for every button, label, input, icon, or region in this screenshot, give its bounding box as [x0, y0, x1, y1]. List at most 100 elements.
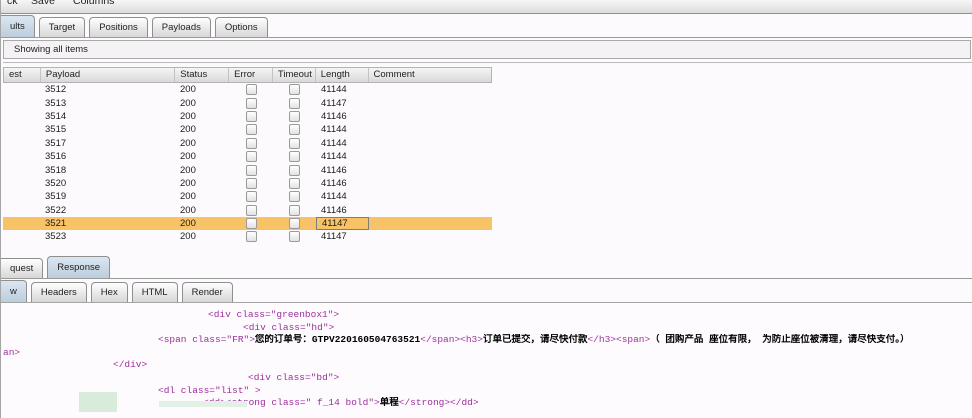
- response-html-view: <div class="greenbox1"> <div class="hd"> <…: [3, 303, 972, 418]
- cell-status: 200: [180, 110, 196, 122]
- tab-hex[interactable]: Hex: [90, 282, 128, 302]
- tab-response[interactable]: Response: [47, 256, 111, 278]
- cell-request: [3, 230, 40, 243]
- tab-payloads[interactable]: Payloads: [151, 17, 211, 37]
- cell-status: 200: [180, 164, 196, 176]
- col-header-payload[interactable]: Payload: [41, 68, 176, 82]
- menu-save[interactable]: Save: [31, 0, 55, 7]
- code-tag-segment: an>: [3, 346, 21, 358]
- error-checkbox[interactable]: [245, 177, 257, 189]
- error-checkbox[interactable]: [245, 124, 257, 136]
- col-header-error[interactable]: Error: [229, 68, 273, 82]
- cell-comment: [369, 204, 492, 217]
- timeout-checkbox[interactable]: [289, 191, 300, 203]
- timeout-checkbox[interactable]: [289, 110, 300, 122]
- cell-timeout: [273, 150, 316, 163]
- table-row[interactable]: 3514 200 41146: [3, 110, 492, 123]
- cell-error: [229, 177, 273, 190]
- error-checkbox[interactable]: [245, 218, 257, 230]
- menu-columns[interactable]: Columns: [73, 0, 114, 7]
- tab-request[interactable]: quest: [1, 258, 44, 278]
- cell-payload: 3517: [45, 137, 67, 149]
- table-row[interactable]: 3518 200 41146: [3, 163, 492, 176]
- cell-error: [229, 230, 273, 243]
- cell-error: [229, 123, 273, 136]
- table-body: 3512 200 41144 3513 200 41147 3514 200 4…: [3, 83, 492, 244]
- cell-timeout: [273, 164, 316, 177]
- cell-status: 200: [180, 97, 196, 109]
- tab-render[interactable]: Render: [181, 282, 233, 302]
- error-checkbox[interactable]: [245, 151, 257, 163]
- col-header-status[interactable]: Status: [175, 68, 230, 82]
- cell-comment: [369, 97, 492, 110]
- table-row[interactable]: 3515 200 41144: [3, 123, 492, 136]
- cell-length: 41147: [321, 97, 347, 109]
- col-header-length[interactable]: Length: [316, 68, 369, 82]
- cell-payload: 3522: [45, 204, 67, 216]
- code-line: <div class="hd">: [3, 322, 972, 335]
- menu-attack[interactable]: ck: [7, 0, 18, 7]
- error-checkbox[interactable]: [245, 137, 257, 149]
- timeout-checkbox[interactable]: [289, 137, 300, 149]
- col-header-comment[interactable]: Comment: [369, 68, 491, 82]
- tab-html[interactable]: HTML: [131, 282, 178, 302]
- cell-request: [3, 83, 40, 96]
- code-text-segment: （ 团购产品 座位有限， 为防止座位被清理，请尽快支付。）: [650, 334, 910, 346]
- error-checkbox[interactable]: [245, 84, 257, 96]
- cell-timeout: [273, 97, 316, 110]
- timeout-checkbox[interactable]: [289, 204, 300, 216]
- timeout-checkbox[interactable]: [289, 231, 300, 243]
- cell-payload: 3514: [45, 110, 67, 122]
- table-row[interactable]: 3516 200 41144: [3, 150, 492, 163]
- error-checkbox[interactable]: [245, 110, 257, 122]
- table-row[interactable]: 3512 200 41144: [3, 83, 492, 96]
- message-tab-bar: quest Response: [1, 256, 972, 279]
- cell-timeout: [273, 83, 316, 96]
- timeout-checkbox[interactable]: [289, 177, 300, 189]
- cell-error: [229, 137, 273, 150]
- timeout-checkbox[interactable]: [289, 164, 300, 176]
- cell-comment: [369, 217, 492, 230]
- table-row[interactable]: 3521 200 41147: [3, 216, 492, 231]
- timeout-checkbox[interactable]: [289, 84, 300, 96]
- tab-raw[interactable]: w: [1, 280, 27, 302]
- tab-options[interactable]: Options: [214, 17, 268, 37]
- timeout-checkbox[interactable]: [289, 218, 300, 230]
- cell-status: 200: [180, 218, 196, 230]
- error-checkbox[interactable]: [245, 164, 257, 176]
- table-row[interactable]: 3519 200 41144: [3, 190, 492, 203]
- cell-error: [229, 204, 273, 217]
- timeout-checkbox[interactable]: [289, 124, 300, 136]
- tab-results[interactable]: ults: [1, 15, 35, 37]
- tab-positions[interactable]: Positions: [89, 17, 148, 37]
- cell-comment: [369, 83, 492, 96]
- tab-headers[interactable]: Headers: [30, 282, 87, 302]
- table-row[interactable]: 3517 200 41144: [3, 137, 492, 150]
- error-checkbox[interactable]: [245, 97, 257, 109]
- error-checkbox[interactable]: [245, 191, 257, 203]
- tab-target[interactable]: Target: [38, 17, 86, 37]
- col-header-timeout[interactable]: Timeout: [273, 68, 316, 82]
- cell-status: 200: [180, 84, 196, 96]
- filter-bar[interactable]: Showing all items: [3, 40, 971, 59]
- code-text-segment: 订单已提交，请尽快付款: [482, 334, 588, 346]
- cell-length: 41147: [321, 231, 347, 243]
- table-row[interactable]: 3522 200 41146: [3, 204, 492, 217]
- code-text-segment: 您的订单号：GTPV220160504763521: [254, 334, 421, 346]
- table-header: est Payload Status Error Timeout Length …: [3, 67, 492, 83]
- code-line: <div class="greenbox1">: [3, 309, 972, 322]
- cell-length: 41144: [321, 191, 347, 203]
- code-tag-segment: <span class="FR">: [158, 334, 255, 346]
- table-row[interactable]: 3520 200 41146: [3, 177, 492, 190]
- error-checkbox[interactable]: [245, 231, 257, 243]
- col-header-request[interactable]: est: [4, 68, 41, 82]
- timeout-checkbox[interactable]: [289, 151, 300, 163]
- table-row[interactable]: 3523 200 41147: [3, 230, 492, 243]
- error-checkbox[interactable]: [245, 204, 257, 216]
- code-tag-segment: </strong></dd>: [398, 397, 479, 409]
- cell-request: [3, 204, 40, 217]
- timeout-checkbox[interactable]: [289, 97, 300, 109]
- cell-length: 41147: [316, 217, 369, 231]
- table-row[interactable]: 3513 200 41147: [3, 96, 492, 109]
- code-text-segment: 单程: [379, 397, 399, 409]
